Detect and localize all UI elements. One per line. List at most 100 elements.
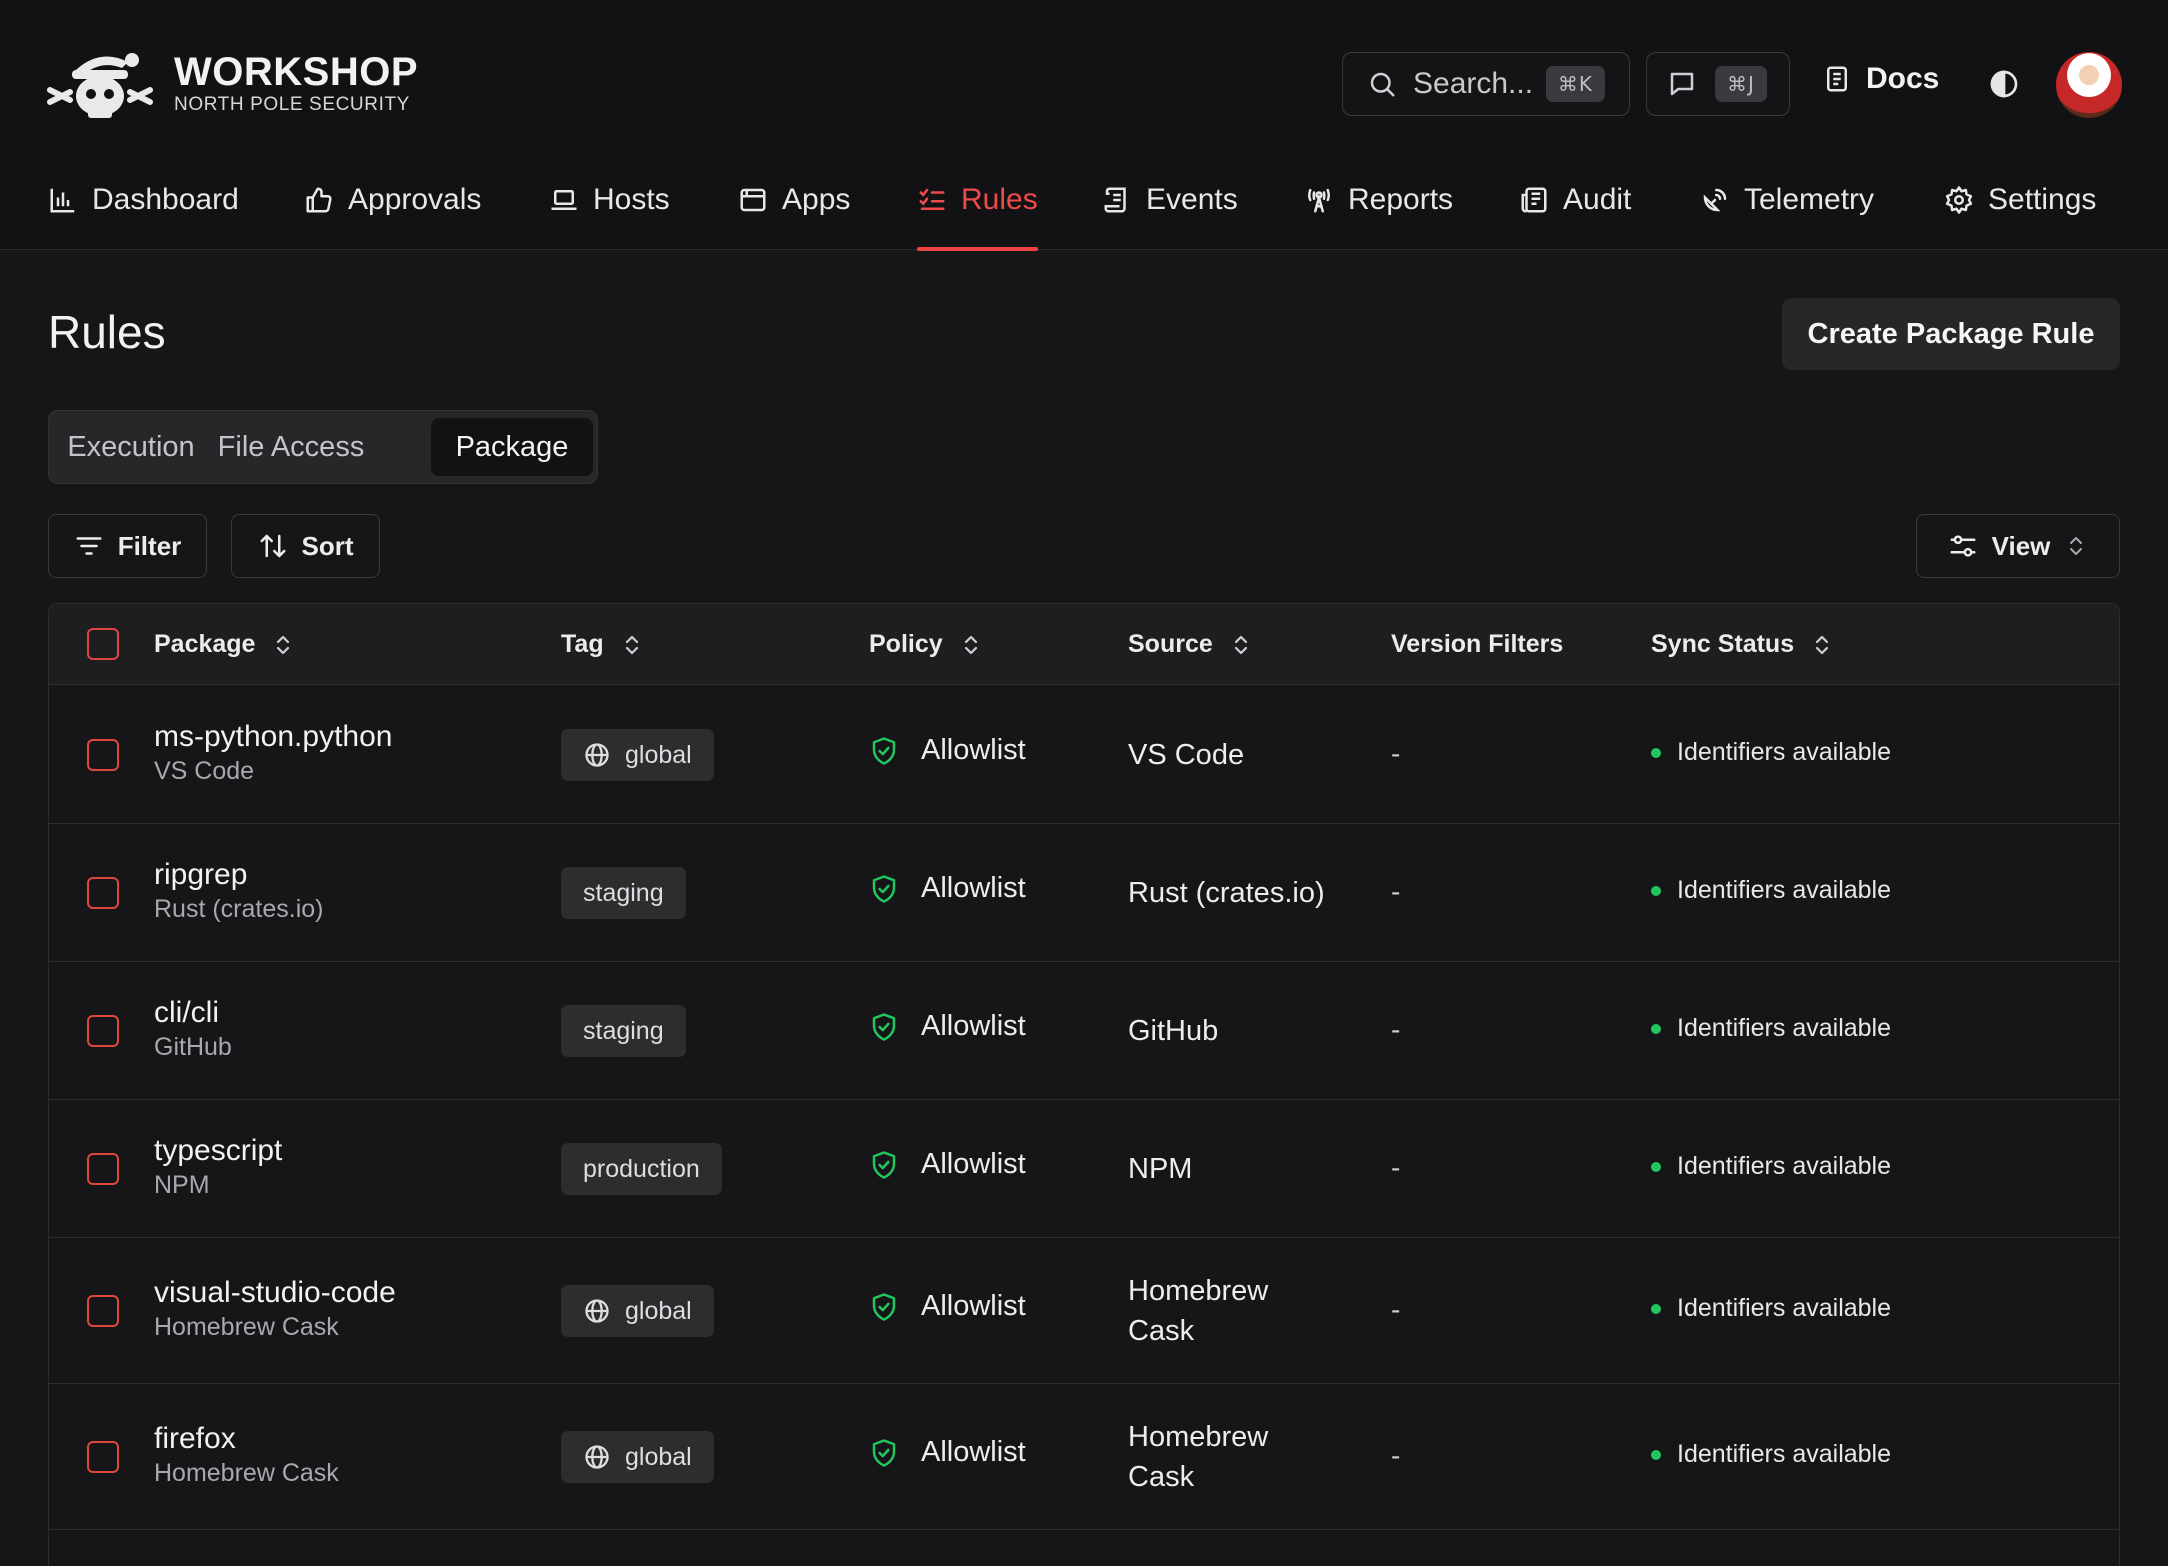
source-cell: Rust (crates.io) (1128, 877, 1325, 909)
package-name[interactable]: ripgrep (154, 857, 323, 893)
sync-label: Identifiers available (1677, 1152, 1892, 1180)
tab-execution[interactable]: Execution (57, 418, 205, 476)
row-checkbox[interactable] (87, 1295, 119, 1327)
row-checkbox[interactable] (87, 1441, 119, 1473)
create-package-rule-button[interactable]: Create Package Rule (1782, 298, 2120, 370)
table-row[interactable]: ripgrep Rust (crates.io) staging Allowli… (49, 824, 2119, 962)
theme-toggle[interactable] (1988, 68, 2020, 105)
status-dot (1651, 1161, 1661, 1172)
nav-rules[interactable]: Rules (917, 168, 1038, 251)
sort-button[interactable]: Sort (231, 514, 380, 578)
row-checkbox[interactable] (87, 877, 119, 909)
package-name[interactable]: cli/cli (154, 995, 232, 1031)
nav-telemetry[interactable]: Telemetry (1700, 168, 1874, 250)
row-checkbox[interactable] (87, 1153, 119, 1185)
package-name[interactable]: typescript (154, 1133, 282, 1169)
nav-settings[interactable]: Settings (1944, 168, 2096, 250)
sync-status-cell: Identifiers available (1651, 1294, 1891, 1323)
package-name[interactable]: ms-python.python (154, 719, 392, 755)
view-label: View (1991, 530, 2051, 561)
app-window-icon (740, 188, 766, 212)
sync-status-cell: Identifiers available (1651, 876, 1891, 905)
package-name[interactable]: visual-studio-code (154, 1275, 396, 1311)
shield-check-icon (872, 1012, 896, 1041)
column-policy[interactable]: Policy (869, 604, 983, 685)
top-bar: WORKSHOP NORTH POLE SECURITY Search... ⌘… (0, 0, 2168, 251)
shield-check-icon (872, 1150, 896, 1179)
package-source-sub: NPM (154, 1171, 210, 1199)
nav-reports[interactable]: Reports (1304, 168, 1453, 250)
search-icon (1370, 72, 1395, 97)
column-sync-status[interactable]: Sync Status (1651, 604, 1834, 685)
tab-package[interactable]: Package (431, 418, 593, 476)
filter-label: Filter (117, 530, 182, 561)
table-row[interactable]: typescript NPM production Allowlist NPM … (49, 1100, 2119, 1238)
table-row[interactable]: cli/cli GitHub staging Allowlist GitHub … (49, 962, 2119, 1100)
row-checkbox[interactable] (87, 1015, 119, 1047)
column-label: Version Filters (1391, 630, 1564, 658)
column-label: Tag (561, 630, 604, 658)
view-options-button[interactable]: View (1916, 514, 2120, 578)
select-all-checkbox[interactable] (87, 628, 119, 660)
version-filters-cell: - (1391, 738, 1401, 769)
arrow-up-down-icon (260, 534, 285, 558)
sort-chevrons-icon (964, 635, 977, 654)
radio-tower-icon (1308, 188, 1330, 213)
tag-badge: global (561, 729, 714, 781)
gear-icon (1945, 186, 1973, 214)
status-dot (1651, 1023, 1661, 1034)
tag-badge: global (561, 1431, 714, 1483)
policy-label: Allowlist (921, 1148, 1026, 1180)
source-cell: Homebrew Cask (1128, 1421, 1269, 1493)
shield-check-icon (872, 736, 896, 765)
version-filters-cell: - (1391, 1440, 1401, 1471)
package-source-sub: Homebrew Cask (154, 1459, 339, 1487)
nav-label: Rules (961, 183, 1038, 216)
column-source[interactable]: Source (1128, 604, 1253, 685)
tag-badge: global (561, 1285, 714, 1337)
santa-hat-skull-icon (47, 53, 153, 118)
table-row[interactable]: visual-studio-code Homebrew Cask global … (49, 1238, 2119, 1384)
brand-logo[interactable]: WORKSHOP NORTH POLE SECURITY (46, 46, 418, 122)
table-row[interactable]: firefox Homebrew Cask global Allowlist H… (49, 1384, 2119, 1530)
nav-dashboard[interactable]: Dashboard (48, 168, 239, 250)
nav-events[interactable]: Events (1102, 168, 1238, 250)
table-row[interactable]: ms-python.python VS Code global Allowlis… (49, 686, 2119, 824)
version-filters-cell: - (1391, 1014, 1401, 1045)
status-dot (1651, 1449, 1661, 1460)
tag-badge: staging (561, 1005, 686, 1057)
version-filters-cell: - (1391, 876, 1401, 907)
sort-chevrons-icon (277, 635, 290, 654)
nav-label: Approvals (348, 183, 482, 216)
nav-approvals[interactable]: Approvals (304, 168, 481, 250)
nav-audit[interactable]: Audit (1519, 168, 1631, 250)
globe-icon (585, 1299, 609, 1323)
sync-label: Identifiers available (1677, 1014, 1892, 1042)
policy-label: Allowlist (921, 1290, 1026, 1322)
status-dot (1651, 885, 1661, 896)
filter-button[interactable]: Filter (48, 514, 207, 578)
column-package[interactable]: Package (154, 604, 295, 685)
scroll-icon (1104, 187, 1126, 213)
policy-cell: Allowlist (869, 1148, 1026, 1181)
status-dot (1651, 747, 1661, 758)
source-cell: VS Code (1128, 739, 1245, 771)
policy-cell: Allowlist (869, 1010, 1026, 1043)
row-checkbox[interactable] (87, 739, 119, 771)
table-header: Package Tag Policy Source Version Filter… (49, 604, 2119, 685)
nav-label: Events (1146, 183, 1238, 216)
user-avatar[interactable] (2056, 52, 2122, 118)
tab-file-access[interactable]: File Access (215, 418, 367, 476)
chat-button[interactable]: ⌘J (1646, 52, 1790, 116)
sync-status-cell: Identifiers available (1651, 738, 1891, 767)
tag-badge: production (561, 1143, 722, 1195)
list-checks-icon (919, 188, 945, 210)
package-name[interactable]: firefox (154, 1421, 339, 1457)
nav-label: Audit (1563, 183, 1632, 216)
search-input[interactable]: Search... ⌘K (1342, 52, 1630, 116)
nav-apps[interactable]: Apps (738, 168, 850, 250)
nav-hosts[interactable]: Hosts (549, 168, 670, 250)
newspaper-icon (1521, 187, 1547, 213)
column-tag[interactable]: Tag (561, 604, 644, 685)
docs-link[interactable]: Docs (1822, 62, 1939, 96)
